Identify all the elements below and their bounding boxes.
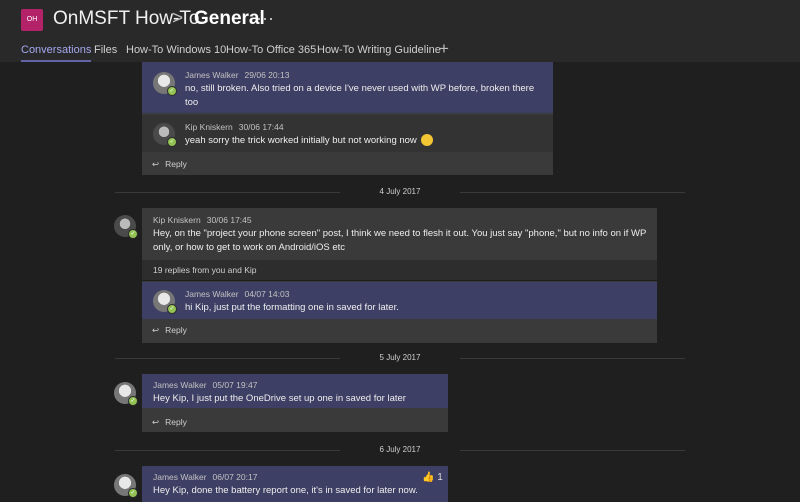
tab-conversations[interactable]: Conversations bbox=[21, 44, 92, 62]
team-avatar[interactable]: OH bbox=[21, 9, 43, 31]
reply-label: Reply bbox=[165, 325, 187, 335]
reply-button[interactable]: ↩ Reply bbox=[152, 417, 187, 428]
channel-header: OH OnMSFT How-To > General ··· Conversat… bbox=[0, 0, 800, 62]
collapsed-replies-summary[interactable]: 19 replies from you and Kip bbox=[142, 260, 657, 280]
reply-message: ✓ James Walker 29/06 20:13 no, still brok… bbox=[142, 62, 553, 113]
timestamp: 06/07 20:17 bbox=[212, 472, 258, 482]
channel-name: General bbox=[194, 8, 265, 29]
date-separator: 5 July 2017 bbox=[115, 352, 685, 364]
reply-button[interactable]: ↩ Reply bbox=[152, 325, 187, 336]
reply-message: ✓ James Walker 04/07 14:03 hi Kip, just p… bbox=[142, 282, 657, 319]
more-options-icon[interactable]: ··· bbox=[256, 8, 274, 29]
presence-available-icon: ✓ bbox=[128, 488, 138, 498]
message-text: no, still broken. Also tried on a device… bbox=[185, 83, 535, 108]
message-text: Hey, on the "project your phone screen" … bbox=[153, 228, 647, 253]
like-count: 1 bbox=[437, 472, 443, 483]
timestamp: 30/06 17:45 bbox=[206, 215, 252, 225]
reply-label: Reply bbox=[165, 159, 187, 169]
timestamp: 30/06 17:44 bbox=[238, 122, 284, 132]
author-name[interactable]: James Walker bbox=[185, 70, 239, 80]
reply-label: Reply bbox=[165, 417, 187, 427]
author-name[interactable]: James Walker bbox=[153, 380, 207, 390]
reply-message: ✓ Kip Kniskern 30/06 17:44 yeah sorry the… bbox=[142, 115, 553, 152]
timestamp: 05/07 19:47 bbox=[212, 380, 258, 390]
reply-arrow-icon: ↩ bbox=[152, 159, 160, 169]
like-reaction[interactable]: 👍 1 bbox=[422, 472, 443, 483]
message-text: Hey Kip, done the battery report one, it… bbox=[153, 485, 418, 496]
breadcrumb-chevron-icon: > bbox=[172, 8, 184, 29]
avatar[interactable]: ✓ bbox=[114, 382, 138, 406]
author-name[interactable]: Kip Kniskern bbox=[185, 122, 233, 132]
presence-available-icon: ✓ bbox=[167, 137, 177, 147]
thumbs-up-icon: 👍 bbox=[422, 472, 435, 483]
tab-files[interactable]: Files bbox=[94, 44, 117, 56]
author-name[interactable]: James Walker bbox=[153, 472, 207, 482]
avatar[interactable]: ✓ bbox=[153, 290, 177, 314]
author-name[interactable]: James Walker bbox=[185, 289, 239, 299]
add-tab-button[interactable]: + bbox=[439, 39, 449, 59]
presence-available-icon: ✓ bbox=[128, 396, 138, 406]
date-separator: 6 July 2017 bbox=[115, 444, 685, 456]
tab-how-to-writing-guideline[interactable]: How-To Writing Guideline bbox=[317, 44, 441, 56]
tab-how-to-office-365[interactable]: How-To Office 365 bbox=[226, 44, 316, 56]
presence-available-icon: ✓ bbox=[128, 229, 138, 239]
message-text: yeah sorry the trick worked initially bu… bbox=[185, 135, 417, 146]
tab-how-to-windows-10[interactable]: How-To Windows 10 bbox=[126, 44, 226, 56]
worried-face-emoji-icon bbox=[421, 134, 434, 147]
timestamp: 29/06 20:13 bbox=[244, 70, 290, 80]
message-text: hi Kip, just put the formatting one in s… bbox=[185, 302, 399, 313]
avatar[interactable]: ✓ bbox=[153, 123, 177, 147]
thread-root-message: James Walker 06/07 20:17 Hey Kip, done th… bbox=[142, 466, 448, 502]
avatar[interactable]: ✓ bbox=[153, 72, 177, 96]
timestamp: 04/07 14:03 bbox=[244, 289, 290, 299]
presence-available-icon: ✓ bbox=[167, 304, 177, 314]
thread-root-message: James Walker 05/07 19:47 Hey Kip, I just … bbox=[142, 374, 448, 408]
avatar[interactable]: ✓ bbox=[114, 474, 138, 498]
thread-root-message: Kip Kniskern 30/06 17:45 Hey, on the "pro… bbox=[142, 208, 657, 260]
author-name[interactable]: Kip Kniskern bbox=[153, 215, 201, 225]
conversation-feed[interactable]: ✓ James Walker 29/06 20:13 no, still brok… bbox=[0, 62, 800, 502]
reply-button[interactable]: ↩ Reply bbox=[152, 159, 187, 170]
avatar[interactable]: ✓ bbox=[114, 215, 138, 239]
reply-arrow-icon: ↩ bbox=[152, 325, 160, 335]
date-separator: 4 July 2017 bbox=[115, 186, 685, 198]
reply-arrow-icon: ↩ bbox=[152, 417, 160, 427]
presence-available-icon: ✓ bbox=[167, 86, 177, 96]
message-text: Hey Kip, I just put the OneDrive set up … bbox=[153, 393, 406, 404]
